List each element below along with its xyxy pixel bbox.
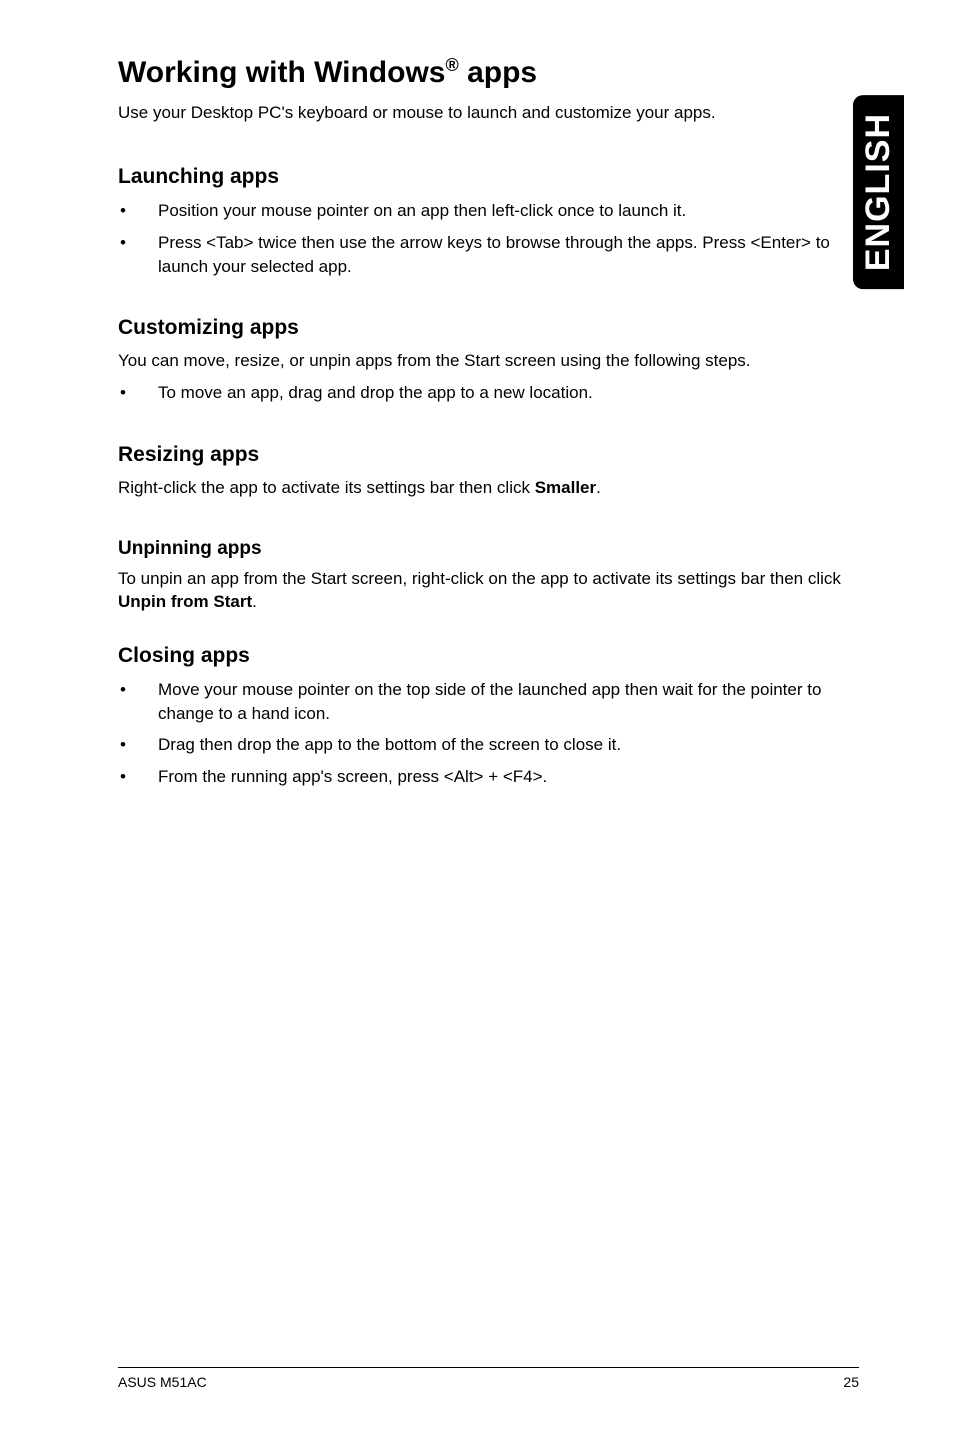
list-item: Position your mouse pointer on an app th… <box>118 199 859 223</box>
intro-text: Use your Desktop PC's keyboard or mouse … <box>118 102 859 125</box>
customizing-para: You can move, resize, or unpin apps from… <box>118 350 859 373</box>
page-footer: ASUS M51AC 25 <box>118 1367 859 1390</box>
list-item: Press <Tab> twice then use the arrow key… <box>118 231 859 279</box>
text-after: . <box>252 592 257 611</box>
resizing-heading: Resizing apps <box>118 443 859 467</box>
text-bold: Smaller <box>535 478 596 497</box>
text-before: Right-click the app to activate its sett… <box>118 478 535 497</box>
resizing-para: Right-click the app to activate its sett… <box>118 477 859 500</box>
title-reg: ® <box>445 55 458 75</box>
text-before: To unpin an app from the Start screen, r… <box>118 569 841 588</box>
closing-heading: Closing apps <box>118 644 859 668</box>
footer-product: ASUS M51AC <box>118 1374 207 1390</box>
list-item: From the running app's screen, press <Al… <box>118 765 859 789</box>
page-title: Working with Windows® apps <box>118 55 859 90</box>
footer-page-number: 25 <box>843 1374 859 1390</box>
unpinning-para: To unpin an app from the Start screen, r… <box>118 568 859 614</box>
list-item: Move your mouse pointer on the top side … <box>118 678 859 726</box>
text-after: . <box>596 478 601 497</box>
unpinning-heading: Unpinning apps <box>118 538 859 560</box>
title-prefix: Working with Windows <box>118 56 445 89</box>
language-tab: ENGLISH <box>853 95 904 289</box>
customizing-heading: Customizing apps <box>118 316 859 340</box>
list-item: Drag then drop the app to the bottom of … <box>118 733 859 757</box>
text-bold: Unpin from Start <box>118 592 252 611</box>
title-suffix: apps <box>459 56 537 89</box>
launching-heading: Launching apps <box>118 165 859 189</box>
list-item: To move an app, drag and drop the app to… <box>118 381 859 405</box>
